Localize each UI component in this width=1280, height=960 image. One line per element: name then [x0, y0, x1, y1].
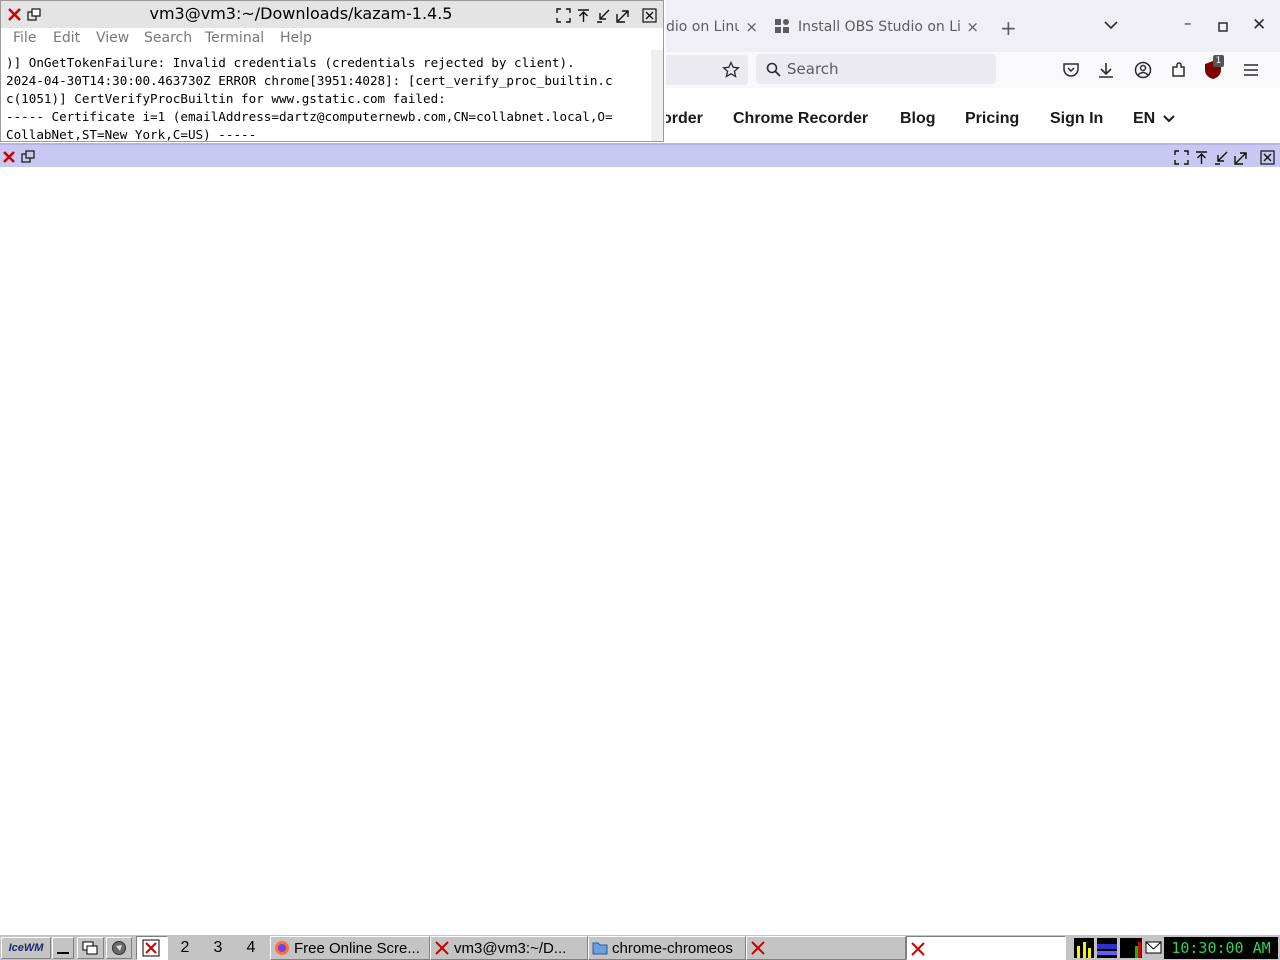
close-tab-icon[interactable]: × — [966, 18, 979, 36]
terminal-line: 2024-04-30T14:30:00.463730Z ERROR chrome… — [6, 73, 613, 88]
workspace-2-button[interactable]: 2 — [170, 936, 200, 960]
workspace-1-active[interactable] — [136, 936, 168, 960]
start-menu-label: IceWM — [8, 942, 44, 954]
workspace-3-button[interactable]: 3 — [203, 936, 233, 960]
menu-terminal[interactable]: Terminal — [205, 30, 264, 46]
search-icon — [766, 62, 781, 77]
fullscreen-icon[interactable] — [1174, 150, 1189, 165]
task-active-blank-window[interactable] — [906, 936, 1066, 960]
task-terminal[interactable]: vm3@vm3:~/D... — [430, 936, 588, 960]
language-selector[interactable]: EN — [1133, 110, 1175, 128]
menu-edit[interactable]: Edit — [53, 30, 80, 46]
extension-badge: 1 — [1213, 55, 1224, 67]
task-label: chrome-chromeos — [612, 939, 733, 957]
terminal-output[interactable]: )] OnGetTokenFailure: Invalid credential… — [6, 54, 651, 142]
raise-icon[interactable] — [1194, 150, 1209, 165]
account-icon[interactable] — [1133, 60, 1153, 80]
fullscreen-icon[interactable] — [556, 8, 571, 23]
window-menu-icon[interactable] — [21, 150, 35, 163]
nav-link-chrome-recorder[interactable]: Chrome Recorder — [733, 110, 868, 128]
menu-view[interactable]: View — [96, 30, 129, 46]
terminal-titlebar[interactable]: vm3@vm3:~/Downloads/kazam-1.4.5 — [1, 1, 663, 29]
terminal-scrollbar[interactable] — [651, 50, 663, 141]
x-app-icon — [911, 942, 925, 956]
start-menu-button[interactable]: IceWM — [1, 937, 51, 959]
active-window-x-icon — [142, 939, 160, 957]
mail-icon[interactable] — [1145, 940, 1162, 955]
extensions-puzzle-icon[interactable] — [1169, 60, 1189, 80]
browser-globe-icon — [112, 941, 126, 955]
task-label: vm3@vm3:~/D... — [454, 939, 567, 957]
nav-link-recorder[interactable]: order — [666, 110, 703, 128]
menu-file[interactable]: File — [13, 30, 36, 46]
firefox-tab-1[interactable]: dio on Linu × — [666, 8, 758, 46]
terminal-line: )] OnGetTokenFailure: Invalid credential… — [6, 55, 575, 70]
pocket-icon[interactable] — [1061, 60, 1081, 80]
minimize-window-icon[interactable] — [596, 8, 611, 23]
search-placeholder: Search — [787, 60, 839, 78]
terminal-line: c(1051)] CertVerifyProcBuiltin for www.g… — [6, 91, 446, 106]
firefox-tab-bar: dio on Linu × Install OBS Studio on Linu… — [666, 0, 1280, 52]
x-app-icon — [751, 941, 765, 955]
task-blank-window[interactable] — [746, 936, 906, 960]
maximize-window-icon[interactable] — [1234, 150, 1249, 165]
nav-link-pricing[interactable]: Pricing — [965, 110, 1019, 128]
url-bar[interactable] — [666, 55, 748, 85]
close-window-icon[interactable]: ✕ — [1252, 15, 1266, 35]
minimize-window-icon[interactable] — [1214, 150, 1229, 165]
task-firefox[interactable]: Free Online Scre... — [270, 936, 430, 960]
close-window-icon[interactable] — [1260, 150, 1275, 165]
downloads-icon[interactable] — [1096, 60, 1116, 80]
raise-icon[interactable] — [576, 8, 591, 23]
menu-help[interactable]: Help — [280, 30, 312, 46]
window-list-icon — [82, 941, 98, 955]
close-tab-icon[interactable]: × — [745, 18, 758, 36]
webpage-header: order Chrome Recorder Blog Pricing Sign … — [666, 88, 1280, 142]
show-desktop-icon — [57, 952, 69, 954]
maximize-icon[interactable] — [1218, 22, 1228, 32]
language-label: EN — [1133, 110, 1156, 127]
nav-link-sign-in[interactable]: Sign In — [1050, 110, 1103, 128]
task-label: Free Online Scre... — [294, 939, 420, 957]
terminal-window[interactable]: vm3@vm3:~/Downloads/kazam-1.4.5 File Edi… — [0, 0, 664, 142]
blank-window-titlebar[interactable] — [0, 143, 1280, 167]
taskbar: IceWM 2 3 4 Free Online Scre... vm3@vm3:… — [0, 934, 1280, 960]
terminal-line: CollabNet,ST=New York,C=US) ----- — [6, 127, 257, 142]
minimize-icon[interactable]: – — [1184, 14, 1192, 32]
new-tab-button[interactable]: + — [1000, 16, 1017, 40]
x-terminal-icon — [435, 941, 449, 955]
maximize-window-icon[interactable] — [616, 8, 631, 23]
site-favicon-icon — [775, 19, 789, 33]
show-desktop-button[interactable] — [52, 937, 74, 959]
terminal-line: ----- Certificate i=1 (emailAddress=dart… — [6, 109, 613, 124]
window-close-icon[interactable] — [2, 150, 16, 164]
terminal-menubar: File Edit View Search Terminal Help — [1, 28, 663, 50]
window-title: vm3@vm3:~/Downloads/kazam-1.4.5 — [149, 4, 453, 23]
firefox-nav-bar: Search 1 — [666, 52, 1280, 88]
nav-link-blog[interactable]: Blog — [900, 110, 936, 128]
menu-search[interactable]: Search — [144, 30, 192, 46]
clock[interactable]: 10:30:00 AM — [1164, 937, 1278, 959]
firefox-tab-2[interactable]: Install OBS Studio on Linu × — [774, 8, 979, 46]
ublock-extension-button[interactable]: 1 — [1204, 55, 1224, 80]
workspace-4-button[interactable]: 4 — [236, 936, 266, 960]
firefox-window[interactable]: dio on Linu × Install OBS Studio on Linu… — [666, 0, 1280, 142]
tab-label: dio on Linu — [666, 19, 740, 35]
tab-label: Install OBS Studio on Linu — [798, 19, 961, 35]
memory-monitor-icon — [1097, 938, 1117, 958]
firefox-icon — [275, 941, 289, 955]
search-bar[interactable]: Search — [756, 54, 996, 84]
network-monitor-icon — [1120, 938, 1142, 958]
task-chrome-chromeos[interactable]: chrome-chromeos — [588, 936, 746, 960]
folder-icon — [592, 942, 608, 955]
chevron-down-icon — [1163, 115, 1175, 123]
list-all-tabs-icon[interactable] — [1104, 20, 1118, 30]
window-list-button[interactable] — [77, 937, 104, 959]
browser-launcher-button[interactable] — [106, 937, 132, 959]
hamburger-menu-icon[interactable] — [1241, 60, 1261, 80]
bookmark-star-icon[interactable] — [722, 61, 740, 79]
blank-window[interactable] — [0, 143, 1280, 934]
cpu-monitor-icon — [1074, 938, 1094, 958]
close-window-icon[interactable] — [642, 8, 657, 23]
